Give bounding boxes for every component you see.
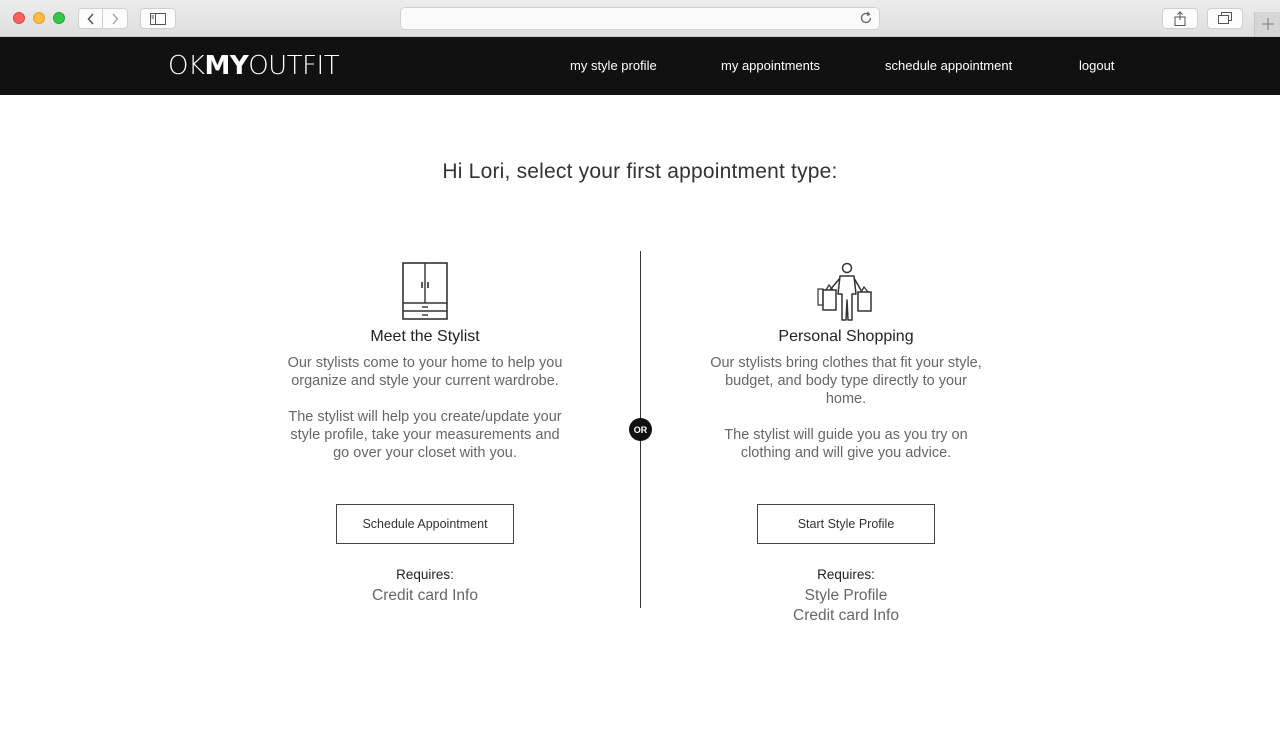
- option-desc-paragraph: The stylist will guide you as you try on…: [724, 427, 968, 461]
- option-title: Meet the Stylist: [370, 328, 480, 345]
- back-button[interactable]: [78, 8, 103, 29]
- nav-my-style-profile[interactable]: my style profile: [570, 58, 657, 73]
- reload-icon[interactable]: [859, 11, 873, 25]
- plus-icon: [1261, 18, 1274, 30]
- requires-list: Style Profile Credit card Info: [686, 586, 1006, 626]
- requires-label: Requires:: [396, 567, 454, 582]
- nav-logout[interactable]: logout: [1079, 58, 1114, 73]
- address-bar[interactable]: [400, 7, 880, 30]
- start-style-profile-button[interactable]: Start Style Profile: [757, 504, 935, 544]
- option-desc-paragraph: Our stylists come to your home to help y…: [287, 355, 563, 389]
- tabs-icon: [1218, 12, 1232, 24]
- chevron-left-icon: [86, 12, 94, 25]
- logo[interactable]: OKMYOUTFIT: [168, 51, 340, 81]
- requires-item: Credit card Info: [372, 587, 478, 604]
- minimize-window-button[interactable]: [33, 12, 45, 24]
- site-header: OKMYOUTFIT my style profile my appointme…: [0, 37, 1280, 95]
- requires-item: Style Profile: [804, 587, 888, 604]
- requires-label: Requires:: [817, 567, 875, 582]
- option-desc-paragraph: Our stylists bring clothes that fit your…: [710, 355, 982, 407]
- schedule-appointment-button[interactable]: Schedule Appointment: [336, 504, 514, 544]
- or-badge: OR: [629, 418, 652, 441]
- zoom-window-button[interactable]: [53, 12, 65, 24]
- option-desc-paragraph: The stylist will help you create/update …: [288, 409, 562, 461]
- page-title: Hi Lori, select your first appointment t…: [442, 160, 838, 183]
- logo-part-outfit: OUTFIT: [248, 51, 340, 81]
- forward-button[interactable]: [103, 8, 128, 29]
- option-personal-shopping: Personal Shopping Our stylists bring clo…: [686, 262, 1006, 626]
- nav-schedule-appointment[interactable]: schedule appointment: [885, 58, 1012, 73]
- nav-my-appointments[interactable]: my appointments: [721, 58, 820, 73]
- requires-list: Credit card Info: [265, 586, 585, 606]
- share-icon: [1174, 11, 1186, 26]
- logo-part-ok: OK: [168, 51, 205, 81]
- option-description: Our stylists come to your home to help y…: [265, 354, 585, 462]
- close-window-button[interactable]: [13, 12, 25, 24]
- shopping-person-icon: [817, 262, 872, 321]
- share-button[interactable]: [1162, 8, 1198, 29]
- show-tabs-button[interactable]: [1207, 8, 1243, 29]
- option-description: Our stylists bring clothes that fit your…: [686, 354, 1006, 462]
- chevron-right-icon: [112, 12, 119, 25]
- sidebar-icon: [150, 12, 166, 25]
- sidebar-toggle-button[interactable]: [140, 8, 176, 29]
- option-title: Personal Shopping: [778, 328, 914, 345]
- new-tab-button[interactable]: [1254, 12, 1280, 36]
- logo-part-my: MY: [204, 51, 249, 81]
- requires-item: Credit card Info: [793, 607, 899, 624]
- wardrobe-icon: [402, 262, 448, 320]
- browser-toolbar: [0, 0, 1280, 37]
- option-meet-the-stylist: Meet the Stylist Our stylists come to yo…: [265, 262, 585, 606]
